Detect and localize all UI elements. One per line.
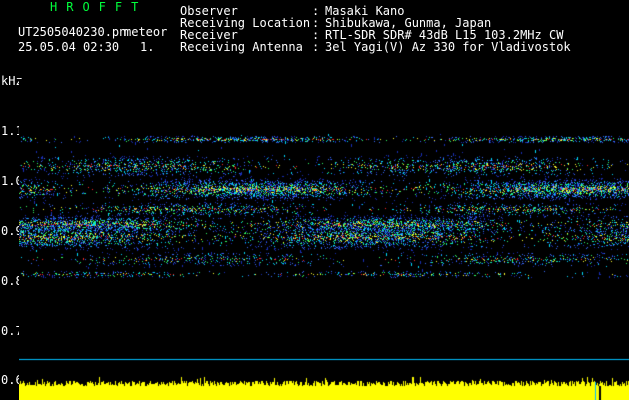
spectrogram-plot [19,79,629,400]
timestamp: 25.05.04 02:30 [18,40,120,54]
hrofft-screen: HROFFT UT2505040230.pn meteor 25.05.04 0… [0,0,629,400]
info-value: 3el Yagi(V) Az 330 for Vladivostok [325,40,571,54]
frame-counter: 1. [140,40,155,54]
file-suffix: meteor [124,25,168,39]
info-separator: : [312,40,320,54]
file-name: UT2505040230.pn [18,25,127,39]
info-row-antenna: Receiving Antenna:3el Yagi(V) Az 330 for… [180,41,571,53]
app-title: HROFFT [50,0,148,14]
station-info: Observer: Masaki Kano Receiving Location:… [180,5,571,53]
info-label: Receiving Antenna [180,40,303,54]
spectrogram-canvas [19,79,629,400]
